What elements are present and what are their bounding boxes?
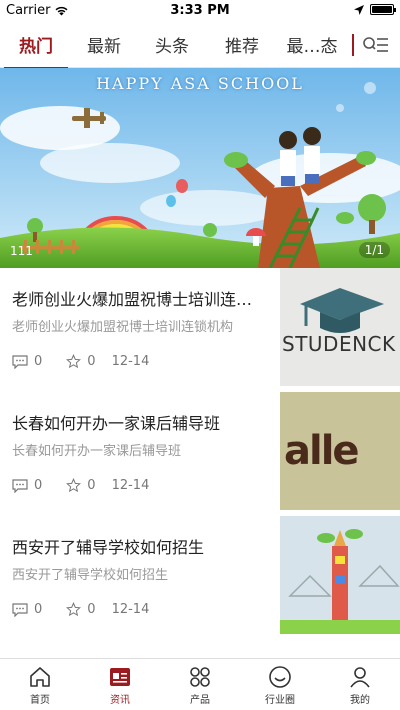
article-card[interactable]: 长春如何开办一家课后辅导班 长春如何开办一家课后辅导班 0 0 12-14 al…: [0, 392, 400, 510]
article-meta: 0 0 12-14: [12, 602, 149, 617]
nav-industry-circle[interactable]: 行业圈: [240, 659, 320, 710]
category-menu-icon[interactable]: [362, 32, 390, 58]
tab-more-dynamic[interactable]: 最…态: [280, 22, 344, 68]
star-count: 0: [87, 602, 96, 617]
graduation-cap-icon: [300, 288, 384, 333]
article-date: 12-14: [111, 602, 150, 617]
banner-page-indicator: 1/1: [358, 242, 390, 258]
thumbnail-text: STUDENCK: [282, 332, 396, 356]
banner-title: HAPPY ASA SCHOOL: [96, 74, 304, 93]
home-icon: [30, 667, 50, 687]
banner-left-text: 111: [10, 244, 33, 258]
star-icon[interactable]: [66, 354, 82, 369]
article-thumbnail: alle: [280, 392, 400, 510]
thumbnail-text: alle: [284, 428, 360, 474]
nav-mine[interactable]: 我的: [320, 659, 400, 710]
battery-icon: [370, 4, 396, 15]
tab-label: 头条: [155, 37, 189, 57]
article-meta: 0 0 12-14: [12, 354, 149, 369]
nav-label: 资讯: [110, 695, 130, 706]
star-count: 0: [87, 478, 96, 493]
nav-news[interactable]: 资讯: [80, 659, 160, 710]
nav-home[interactable]: 首页: [0, 659, 80, 710]
article-title: 老师创业火爆加盟祝博士培训连…: [12, 290, 253, 309]
nav-label: 首页: [30, 695, 50, 706]
article-thumbnail: [280, 516, 400, 634]
banner-carousel[interactable]: HAPPY ASA SCHOOL 111 1/1: [0, 68, 400, 268]
star-icon[interactable]: [66, 602, 82, 617]
tabs-divider: [352, 34, 354, 56]
article-date: 12-14: [111, 354, 150, 369]
tab-label: 最新: [87, 37, 121, 57]
star-icon[interactable]: [66, 478, 82, 493]
tab-label: 推荐: [225, 37, 259, 57]
article-subtitle: 老师创业火爆加盟祝博士培训连锁机构: [12, 320, 234, 335]
location-arrow-icon: [354, 4, 364, 15]
article-subtitle: 长春如何开办一家课后辅导班: [12, 444, 182, 459]
article-card[interactable]: 西安开了辅导学校如何招生 西安开了辅导学校如何招生 0 0 12-14: [0, 516, 400, 634]
pencil-house-illustration: [280, 516, 400, 634]
comment-count: 0: [34, 602, 43, 617]
star-count: 0: [87, 354, 96, 369]
bottom-tab-bar: 首页 资讯 产品 行业圈 我的: [0, 658, 400, 710]
comment-icon: [12, 354, 28, 369]
article-feed: 老师创业火爆加盟祝博士培训连… 老师创业火爆加盟祝博士培训连锁机构 0 0 12…: [0, 268, 400, 640]
article-thumbnail: STUDENCK: [280, 268, 400, 386]
tab-latest[interactable]: 最新: [74, 22, 134, 68]
article-card[interactable]: 老师创业火爆加盟祝博士培训连… 老师创业火爆加盟祝博士培训连锁机构 0 0 12…: [0, 268, 400, 386]
comment-icon: [12, 478, 28, 493]
comment-count: 0: [34, 478, 43, 493]
user-icon: [350, 667, 370, 688]
article-title: 西安开了辅导学校如何招生: [12, 538, 205, 557]
comment-icon: [12, 602, 28, 617]
nav-label: 我的: [350, 695, 370, 706]
nav-products[interactable]: 产品: [160, 659, 240, 710]
clock: 3:33 PM: [170, 3, 230, 18]
tab-recommend[interactable]: 推荐: [212, 22, 272, 68]
nav-label: 行业圈: [265, 695, 295, 706]
tab-hot[interactable]: 热门: [4, 22, 68, 69]
tab-headlines[interactable]: 头条: [142, 22, 202, 68]
nav-label: 产品: [190, 695, 210, 706]
article-subtitle: 西安开了辅导学校如何招生: [12, 568, 169, 583]
banner-illustration: [0, 68, 400, 268]
tab-label: 最…态: [286, 37, 338, 57]
circle-face-icon: [269, 666, 291, 688]
tab-label: 热门: [19, 37, 53, 57]
grid-icon: [190, 667, 210, 687]
news-icon: [110, 668, 130, 686]
article-meta: 0 0 12-14: [12, 478, 149, 493]
article-date: 12-14: [111, 478, 150, 493]
article-title: 长春如何开办一家课后辅导班: [12, 414, 221, 433]
status-bar: Carrier 3:33 PM: [0, 0, 400, 22]
category-tabs: 热门 最新 头条 推荐 最…态: [0, 22, 400, 69]
comment-count: 0: [34, 354, 43, 369]
